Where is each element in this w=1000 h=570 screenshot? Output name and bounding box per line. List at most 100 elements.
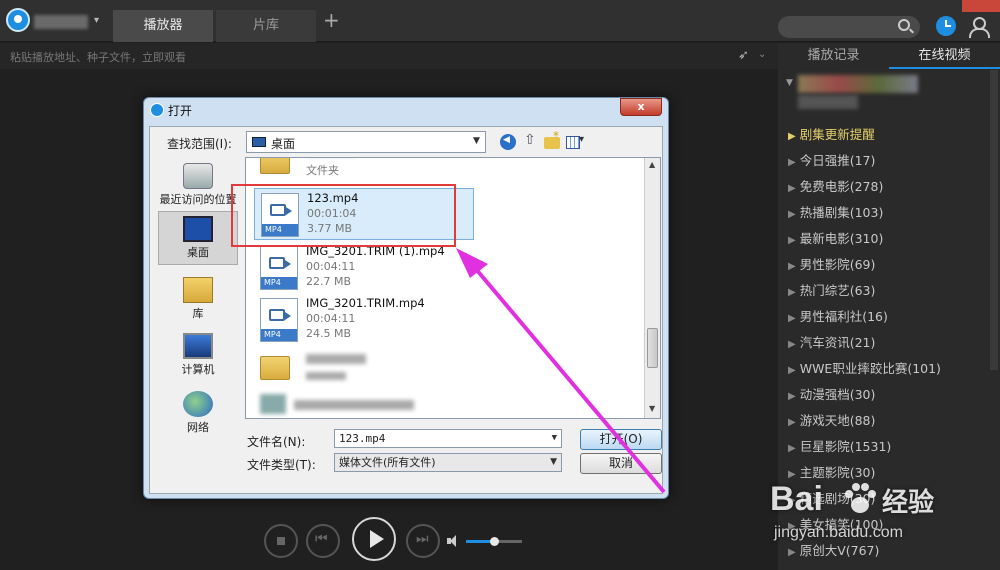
volume-knob[interactable]: [490, 537, 499, 546]
chevron-down-icon[interactable]: ▼: [552, 430, 557, 447]
tab-library[interactable]: 片库: [216, 10, 316, 42]
category-item[interactable]: ▶ 男性福利社(16): [788, 307, 988, 333]
volume-icon[interactable]: [447, 534, 459, 548]
look-in-value: 桌面: [271, 137, 296, 151]
right-panel-scrollbar[interactable]: [990, 70, 998, 370]
blurred-shortcut-name: [294, 400, 414, 410]
place-desktop[interactable]: 桌面: [158, 211, 238, 265]
category-label: 男性福利社(16): [799, 309, 888, 324]
category-label: 免费电影(278): [799, 179, 884, 194]
video-file-icon: MP4: [260, 246, 298, 290]
user-icon[interactable]: [968, 16, 990, 38]
tab-online-video[interactable]: 在线视频: [889, 43, 1000, 69]
list-item-shortcut[interactable]: [254, 390, 474, 418]
chevron-right-icon: ▶: [788, 183, 796, 194]
list-item-file[interactable]: MP4 IMG_3201.TRIM (1).mp4 00:04:11 22.7 …: [254, 242, 474, 294]
file-tag: MP4: [261, 329, 297, 341]
play-button[interactable]: [352, 517, 396, 561]
filetype-select[interactable]: 媒体文件(所有文件) ▼: [334, 453, 562, 472]
place-library[interactable]: 库: [158, 273, 238, 321]
chevron-down-icon[interactable]: ▼: [473, 136, 480, 146]
place-network[interactable]: 网络: [158, 387, 238, 435]
app-logo-icon[interactable]: [6, 8, 30, 32]
camera-icon: [269, 257, 291, 269]
file-name: IMG_3201.TRIM.mp4: [306, 296, 425, 310]
stop-button[interactable]: [264, 524, 298, 558]
category-label: 巨星影院(1531): [799, 439, 892, 454]
tab-play-history[interactable]: 播放记录: [778, 43, 889, 69]
category-item[interactable]: ▶ 汽车资讯(21): [788, 333, 988, 359]
previous-button[interactable]: [306, 524, 340, 558]
category-item[interactable]: ▶ 巨星影院(1531): [788, 437, 988, 463]
category-label: 游戏天地(88): [799, 413, 876, 428]
look-in-select[interactable]: 桌面 ▼: [246, 131, 486, 153]
category-label: 最新电影(310): [799, 231, 884, 246]
file-duration: 00:04:11: [306, 260, 356, 273]
category-label: 男性影院(69): [799, 257, 876, 272]
search-icon[interactable]: [898, 19, 910, 31]
category-item[interactable]: ▶ 热门综艺(63): [788, 281, 988, 307]
blurred-username: [34, 15, 88, 29]
filename-input[interactable]: 123.mp4 ▼: [334, 429, 562, 448]
view-menu-icon[interactable]: [566, 134, 588, 150]
camera-icon: [269, 309, 291, 321]
category-item[interactable]: ▶ 最新电影(310): [788, 229, 988, 255]
category-label: 剧集更新提醒: [799, 127, 875, 142]
add-tab-button[interactable]: +: [323, 8, 340, 32]
category-item[interactable]: ▶ 动漫强档(30): [788, 385, 988, 411]
desktop-icon: [183, 216, 213, 242]
list-item-folder[interactable]: [254, 348, 474, 396]
category-item[interactable]: ▶ 男性影院(69): [788, 255, 988, 281]
file-list-scrollbar[interactable]: ▲ ▼: [644, 158, 660, 418]
category-item[interactable]: ▶ 剧集更新提醒: [788, 125, 988, 151]
category-label: WWE职业摔跤比赛(101): [799, 361, 941, 376]
address-placeholder[interactable]: 粘贴播放地址、种子文件，立即观看: [10, 49, 186, 65]
place-label: 桌面: [187, 246, 209, 259]
category-label: 今日强推(17): [799, 153, 876, 168]
next-button[interactable]: [406, 524, 440, 558]
list-item-folder[interactable]: 文件夹: [254, 158, 474, 180]
category-item[interactable]: ▶ 游戏天地(88): [788, 411, 988, 437]
tab-player[interactable]: 播放器: [113, 10, 213, 42]
chevron-down-icon[interactable]: ▼: [786, 78, 793, 88]
category-item[interactable]: ▶ 热播剧集(103): [788, 203, 988, 229]
chevron-right-icon: ▶: [788, 261, 796, 272]
open-button[interactable]: 打开(O): [580, 429, 662, 450]
chevron-down-icon[interactable]: ▼: [550, 454, 557, 471]
scroll-thumb[interactable]: [647, 328, 658, 368]
chevron-right-icon: ▶: [788, 313, 796, 324]
blurred-folder-meta: [306, 372, 346, 380]
place-recent[interactable]: 最近访问的位置: [158, 159, 238, 207]
category-label: 动漫强档(30): [799, 387, 876, 402]
chevron-down-icon[interactable]: ▾: [94, 15, 99, 26]
place-label: 最近访问的位置: [159, 193, 237, 206]
volume-slider[interactable]: [466, 537, 522, 546]
clock-icon[interactable]: [936, 16, 956, 36]
category-item[interactable]: ▶ WWE职业摔跤比赛(101): [788, 359, 988, 385]
category-item[interactable]: ▶ 今日强推(17): [788, 151, 988, 177]
category-label: 热门综艺(63): [799, 283, 876, 298]
chevron-right-icon: ▶: [788, 443, 796, 454]
scroll-down-icon[interactable]: ▼: [649, 404, 655, 413]
filetype-label: 文件类型(T):: [247, 458, 316, 472]
list-item-file[interactable]: MP4 IMG_3201.TRIM.mp4 00:04:11 24.5 MB: [254, 294, 474, 346]
cancel-button[interactable]: 取消: [580, 453, 662, 474]
dialog-close-button[interactable]: x: [620, 98, 662, 116]
new-folder-icon[interactable]: [544, 129, 560, 149]
chevron-down-icon[interactable]: ⌄: [758, 49, 766, 60]
back-icon[interactable]: [500, 134, 516, 150]
place-computer[interactable]: 计算机: [158, 329, 238, 377]
category-label: 热播剧集(103): [799, 205, 884, 220]
recent-places-icon: [183, 163, 213, 189]
chevron-right-icon: ▶: [788, 209, 796, 220]
scroll-up-icon[interactable]: ▲: [649, 160, 655, 169]
filename-value: 123.mp4: [339, 432, 386, 445]
library-icon: [183, 277, 213, 303]
up-folder-icon[interactable]: [522, 132, 538, 150]
chevron-right-icon: ▶: [788, 365, 796, 376]
title-bar: ▾ 播放器 片库 +: [0, 0, 1000, 42]
address-bar[interactable]: 粘贴播放地址、种子文件，立即观看 ➶ ⌄: [0, 43, 778, 69]
bird-icon[interactable]: ➶: [738, 48, 749, 63]
window-close-button[interactable]: [962, 0, 1000, 12]
category-item[interactable]: ▶ 免费电影(278): [788, 177, 988, 203]
